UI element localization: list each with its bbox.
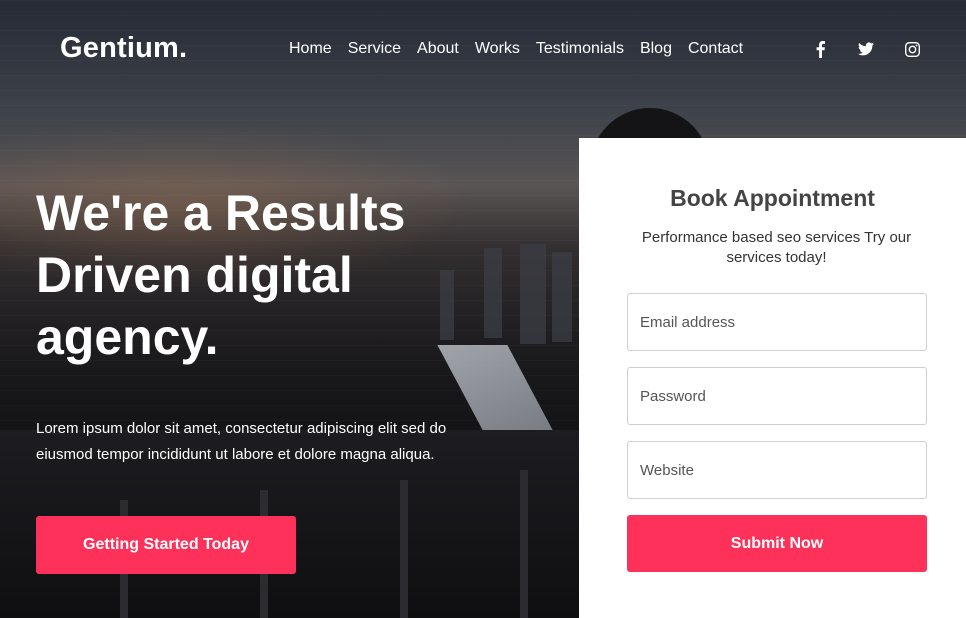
main-nav: Home Service About Works Testimonials Bl… bbox=[289, 40, 743, 58]
nav-item-about[interactable]: About bbox=[417, 40, 459, 58]
form-subtitle: Performance based seo services Try our s… bbox=[641, 229, 912, 266]
nav-item-service[interactable]: Service bbox=[348, 40, 401, 58]
site-logo[interactable]: Gentium. bbox=[60, 32, 187, 65]
facebook-icon[interactable] bbox=[812, 40, 828, 58]
appointment-form-card: Book Appointment Performance based seo s… bbox=[579, 138, 966, 618]
hero-description: Lorem ipsum dolor sit amet, consectetur … bbox=[36, 420, 447, 463]
submit-button[interactable]: Submit Now bbox=[627, 515, 927, 572]
getting-started-button[interactable]: Getting Started Today bbox=[36, 516, 296, 574]
form-title: Book Appointment bbox=[670, 185, 875, 211]
social-links bbox=[812, 40, 920, 58]
nav-item-testimonials[interactable]: Testimonials bbox=[536, 40, 624, 58]
nav-item-home[interactable]: Home bbox=[289, 40, 332, 58]
password-field[interactable] bbox=[627, 367, 927, 425]
instagram-icon[interactable] bbox=[904, 40, 920, 58]
nav-item-contact[interactable]: Contact bbox=[688, 40, 743, 58]
email-field[interactable] bbox=[627, 293, 927, 351]
website-field[interactable] bbox=[627, 441, 927, 499]
hero-headline: We're a Results Driven digital agency. bbox=[36, 185, 406, 365]
nav-item-blog[interactable]: Blog bbox=[640, 40, 672, 58]
nav-item-works[interactable]: Works bbox=[475, 40, 520, 58]
twitter-icon[interactable] bbox=[858, 40, 874, 58]
